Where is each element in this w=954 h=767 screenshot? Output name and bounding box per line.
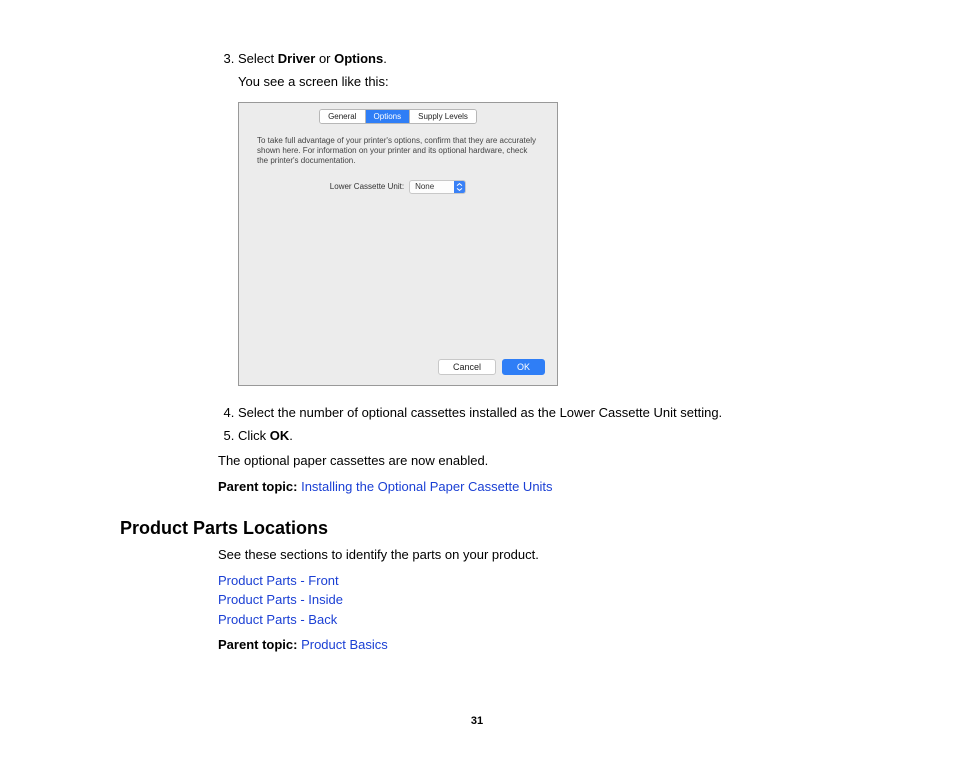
parent1-label: Parent topic: <box>218 479 301 494</box>
step3-bold2: Options <box>334 51 383 66</box>
lower-cassette-select[interactable]: None <box>409 180 466 194</box>
tab-general[interactable]: General <box>320 110 365 123</box>
step3-suffix: . <box>383 51 387 66</box>
step3-continuation: You see a screen like this: <box>238 73 834 92</box>
parent1-link[interactable]: Installing the Optional Paper Cassette U… <box>301 479 552 494</box>
step5-suffix: . <box>289 428 293 443</box>
step5-prefix: Click <box>238 428 270 443</box>
step-3: Select Driver or Options. You see a scre… <box>238 50 834 386</box>
page-number: 31 <box>120 715 834 727</box>
parent-topic-1: Parent topic: Installing the Optional Pa… <box>218 477 834 497</box>
lower-cassette-value: None <box>410 181 454 193</box>
link-list: Product Parts - Front Product Parts - In… <box>218 571 834 630</box>
step3-mid: or <box>315 51 334 66</box>
parent-topic-2: Parent topic: Product Basics <box>218 635 834 655</box>
step5-bold: OK <box>270 428 290 443</box>
link-back[interactable]: Product Parts - Back <box>218 612 337 627</box>
tab-options[interactable]: Options <box>366 110 411 123</box>
dialog-info-text: To take full advantage of your printer's… <box>257 136 539 166</box>
section-heading: Product Parts Locations <box>120 518 834 539</box>
cancel-button[interactable]: Cancel <box>438 359 496 375</box>
options-dialog: General Options Supply Levels To take fu… <box>238 102 558 386</box>
link-front[interactable]: Product Parts - Front <box>218 573 339 588</box>
link-inside[interactable]: Product Parts - Inside <box>218 592 343 607</box>
step3-prefix: Select <box>238 51 278 66</box>
parent2-link[interactable]: Product Basics <box>301 637 388 652</box>
result-text: The optional paper cassettes are now ena… <box>218 451 834 471</box>
tab-supply-levels[interactable]: Supply Levels <box>410 110 476 123</box>
step-5: Click OK. <box>238 427 834 446</box>
ok-button[interactable]: OK <box>502 359 545 375</box>
parent2-label: Parent topic: <box>218 637 301 652</box>
tab-segment: General Options Supply Levels <box>319 109 477 124</box>
select-arrow-icon <box>454 181 465 193</box>
section-intro: See these sections to identify the parts… <box>218 545 834 565</box>
tab-bar: General Options Supply Levels <box>239 103 557 124</box>
lower-cassette-label: Lower Cassette Unit: <box>330 181 404 193</box>
step-4: Select the number of optional cassettes … <box>238 404 834 423</box>
step3-bold1: Driver <box>278 51 316 66</box>
